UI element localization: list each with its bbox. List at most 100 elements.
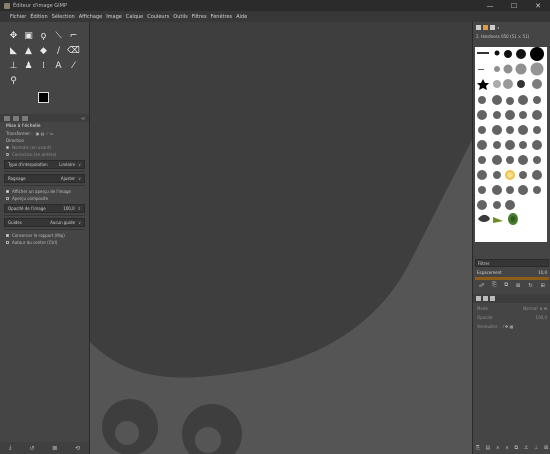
spacing-slider[interactable]: Espacement 10,0 <box>475 268 549 276</box>
minimize-button[interactable]: — <box>478 0 502 11</box>
guides-select[interactable]: Guides Aucun guide ∨ <box>4 218 85 227</box>
gimp-app-icon <box>4 2 10 9</box>
window-title: Éditeur d'image GIMP <box>13 2 67 9</box>
layer-opacity-slider[interactable]: Opacité 100,0 <box>475 313 549 321</box>
tool-options-footer: ⤓ ↺ ⊠ ⟲ <box>0 442 89 454</box>
menu-image[interactable]: Image <box>106 14 122 20</box>
rect-select-tool-icon[interactable]: ▣ <box>21 28 36 43</box>
paths-tool-icon[interactable]: ⁞ <box>36 58 51 73</box>
fonts-tab-icon[interactable] <box>490 24 495 30</box>
layer-mode-select[interactable]: Mode Normal ∨ ⟲ <box>475 304 549 312</box>
duplicate-layer-icon[interactable]: ⧉ <box>515 445 519 451</box>
maximize-button[interactable]: ☐ <box>502 0 526 11</box>
layers-tab-icon[interactable] <box>476 296 481 301</box>
menu-affichage[interactable]: Affichage <box>79 14 103 20</box>
direction-corrective-radio[interactable]: Corrective (en arrière) <box>0 151 89 158</box>
delete-brush-icon[interactable]: ⊠ <box>516 283 521 289</box>
menu-filtres[interactable]: Filtres <box>192 14 207 20</box>
tag-icon[interactable]: ☍ <box>479 283 485 289</box>
chevron-down-icon: ∨ ⟲ <box>539 305 547 311</box>
fuzzy-select-tool-icon[interactable]: ⟍ <box>51 28 66 43</box>
checkbox-icon <box>6 190 9 193</box>
menu-bar: Fichier Édition Sélection Affichage Imag… <box>0 11 550 22</box>
brushes-grid[interactable] <box>475 47 547 242</box>
checkbox-icon <box>6 234 9 237</box>
paintbrush-tool-icon[interactable]: ∕ <box>51 43 66 58</box>
menu-couleurs[interactable]: Couleurs <box>147 14 169 20</box>
around-center-checkbox[interactable]: Autour du centre (Ctrl) <box>0 239 89 246</box>
menu-edition[interactable]: Édition <box>30 14 47 20</box>
refresh-brush-icon[interactable]: ↻ <box>528 283 533 289</box>
lock-icons[interactable]: ⁄ ✥ ▦ <box>503 324 513 329</box>
duplicate-brush-icon[interactable]: ⧉ <box>504 282 508 289</box>
fg-bg-color-selector[interactable] <box>36 90 60 110</box>
lasso-tool-icon[interactable]: ϙ <box>36 28 51 43</box>
brush-thumbnails <box>477 47 544 225</box>
clipping-select[interactable]: Rognage Ajuster ∨ <box>4 174 85 183</box>
layers-footer: ⎘ ▤ ∧ ∨ ⧉ ⚓ ⊥ ⊠ <box>473 442 550 454</box>
eraser-tool-icon[interactable]: ⌫ <box>66 43 81 58</box>
save-options-icon[interactable]: ⤓ <box>9 444 12 452</box>
zoom-tool-icon[interactable]: ⚲ <box>6 73 21 88</box>
dock-menu-icon[interactable]: ◂ <box>497 25 502 30</box>
right-dock: ◂ 2. Hardness 050 (51 × 51) Filtrer Espa… <box>472 22 550 454</box>
tool-options-tabs: ⊲ <box>0 114 89 122</box>
menu-outils[interactable]: Outils <box>173 14 187 20</box>
transform-label: Transformer : ▣ ▤ ⟋ ▭ <box>6 131 54 136</box>
interpolation-select[interactable]: Type d'interpolation Linéaire ∨ <box>4 160 85 169</box>
image-opacity-slider[interactable]: Opacité de l'image 100,0 ⇕ <box>4 204 85 213</box>
delete-options-icon[interactable]: ⊠ <box>52 445 57 452</box>
composite-preview-checkbox[interactable]: Aperçu composite <box>0 195 89 202</box>
reset-options-icon[interactable]: ⟲ <box>75 445 80 452</box>
transform-target-icons[interactable]: ▣ ▤ ⟋ ▭ <box>36 131 54 136</box>
direction-normal-radio[interactable]: Normale (en avant) <box>0 144 89 151</box>
tool-options-title: Mise à l'échelle <box>6 124 41 129</box>
text-tool-icon[interactable]: A <box>51 58 66 73</box>
paths-tab-icon[interactable] <box>490 296 495 301</box>
brush-actions: ☍ ⎘ ⧉ ⊠ ↻ ⊞ <box>473 281 550 290</box>
spacing-slider-bar[interactable] <box>475 277 549 280</box>
brush-name-label: 2. Hardness 050 (51 × 51) <box>476 34 530 39</box>
bucket-fill-tool-icon[interactable]: ◆ <box>36 43 51 58</box>
crop-tool-icon[interactable]: ⌐ <box>66 28 81 43</box>
menu-selection[interactable]: Sélection <box>52 14 75 20</box>
new-layer-icon[interactable]: ⎘ <box>476 445 480 451</box>
delete-layer-icon[interactable]: ⊠ <box>544 445 548 451</box>
title-bar: Éditeur d'image GIMP — ☐ ✕ <box>0 0 550 11</box>
lower-layer-icon[interactable]: ∨ <box>505 445 509 451</box>
brush-filter-input[interactable]: Filtrer <box>475 259 549 267</box>
new-brush-icon[interactable]: ⎘ <box>492 282 496 289</box>
color-picker-tool-icon[interactable]: ⁄ <box>66 58 81 73</box>
restore-options-icon[interactable]: ↺ <box>29 445 34 452</box>
patterns-tab-icon[interactable] <box>483 24 488 30</box>
keep-aspect-checkbox[interactable]: Conserver le rapport (Maj) <box>0 232 89 239</box>
menu-fichier[interactable]: Fichier <box>10 14 26 20</box>
menu-aide[interactable]: Aide <box>236 14 247 20</box>
show-preview-checkbox[interactable]: Afficher un aperçu de l'image <box>0 188 89 195</box>
tool-options-tab-icon[interactable] <box>4 115 10 121</box>
unified-transform-tool-icon[interactable]: ◣ <box>6 43 21 58</box>
menu-calque[interactable]: Calque <box>126 14 143 20</box>
merge-layer-icon[interactable]: ⊥ <box>534 445 538 451</box>
raise-layer-icon[interactable]: ∧ <box>496 445 500 451</box>
direction-label: Direction <box>6 138 25 143</box>
foreground-color-swatch[interactable] <box>38 92 49 103</box>
warp-tool-icon[interactable]: ▲ <box>21 43 36 58</box>
clone-tool-icon[interactable]: ⊥ <box>6 58 21 73</box>
new-group-icon[interactable]: ▤ <box>486 445 491 451</box>
channels-tab-icon[interactable] <box>483 296 488 301</box>
close-button[interactable]: ✕ <box>526 0 550 11</box>
smudge-tool-icon[interactable]: ♟ <box>21 58 36 73</box>
move-tool-icon[interactable]: ✥ <box>6 28 21 43</box>
menu-fenetres[interactable]: Fenêtres <box>211 14 233 20</box>
anchor-layer-icon[interactable]: ⚓ <box>524 445 528 451</box>
layers-tabs <box>473 294 550 303</box>
undo-history-tab-icon[interactable] <box>22 115 28 121</box>
device-status-tab-icon[interactable] <box>13 115 19 121</box>
checkbox-icon <box>6 241 9 244</box>
image-canvas-empty[interactable] <box>90 22 472 454</box>
brushes-tab-icon[interactable] <box>476 24 481 30</box>
open-brush-icon[interactable]: ⊞ <box>541 283 546 289</box>
panel-menu-icon[interactable]: ⊲ <box>81 116 85 122</box>
toolbox-panel: ✥ ▣ ϙ ⟍ ⌐ ◣ ▲ ◆ ∕ ⌫ ⊥ ♟ ⁞ A ⁄ ⚲ ⊲ Mise à… <box>0 22 90 454</box>
